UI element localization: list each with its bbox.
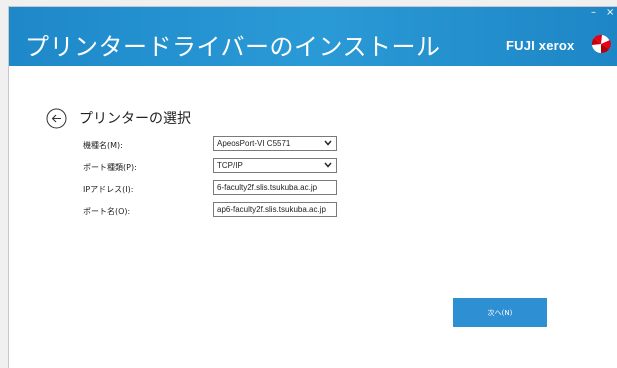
chevron-down-icon: [324, 162, 332, 168]
model-select-value: ApeosPort-VI C5571: [217, 139, 291, 148]
header-banner: – × プリンタードライバーのインストール FUJI xerox: [9, 7, 617, 66]
port-type-label: ポート種類(P):: [83, 163, 137, 172]
port-name-label: ポート名(O):: [83, 207, 131, 216]
minimize-button[interactable]: –: [591, 8, 596, 18]
installer-title: プリンタードライバーのインストール: [25, 33, 441, 61]
port-name-field[interactable]: ap6-faculty2f.slis.tsukuba.ac.jp: [213, 202, 337, 217]
model-select[interactable]: ApeosPort-VI C5571: [213, 136, 337, 151]
ip-address-field[interactable]: 6-faculty2f.slis.tsukuba.ac.jp: [213, 180, 337, 195]
back-arrow-icon[interactable]: [46, 108, 67, 129]
fuji-xerox-logo-icon: [591, 34, 611, 54]
chevron-down-icon: [324, 140, 332, 146]
ip-address-label: IPアドレス(I):: [83, 185, 134, 194]
port-type-select-value: TCP/IP: [217, 161, 243, 170]
installer-window: – × プリンタードライバーのインストール FUJI xerox プリンターの選…: [8, 6, 617, 368]
next-button[interactable]: 次へ(N): [453, 298, 547, 327]
port-type-select[interactable]: TCP/IP: [213, 158, 337, 173]
section-title: プリンターの選択: [79, 111, 191, 127]
brand-name: FUJI xerox: [506, 38, 575, 53]
model-label: 機種名(M):: [83, 141, 123, 150]
next-button-label: 次へ(N): [487, 308, 513, 317]
close-button[interactable]: ×: [606, 8, 614, 18]
